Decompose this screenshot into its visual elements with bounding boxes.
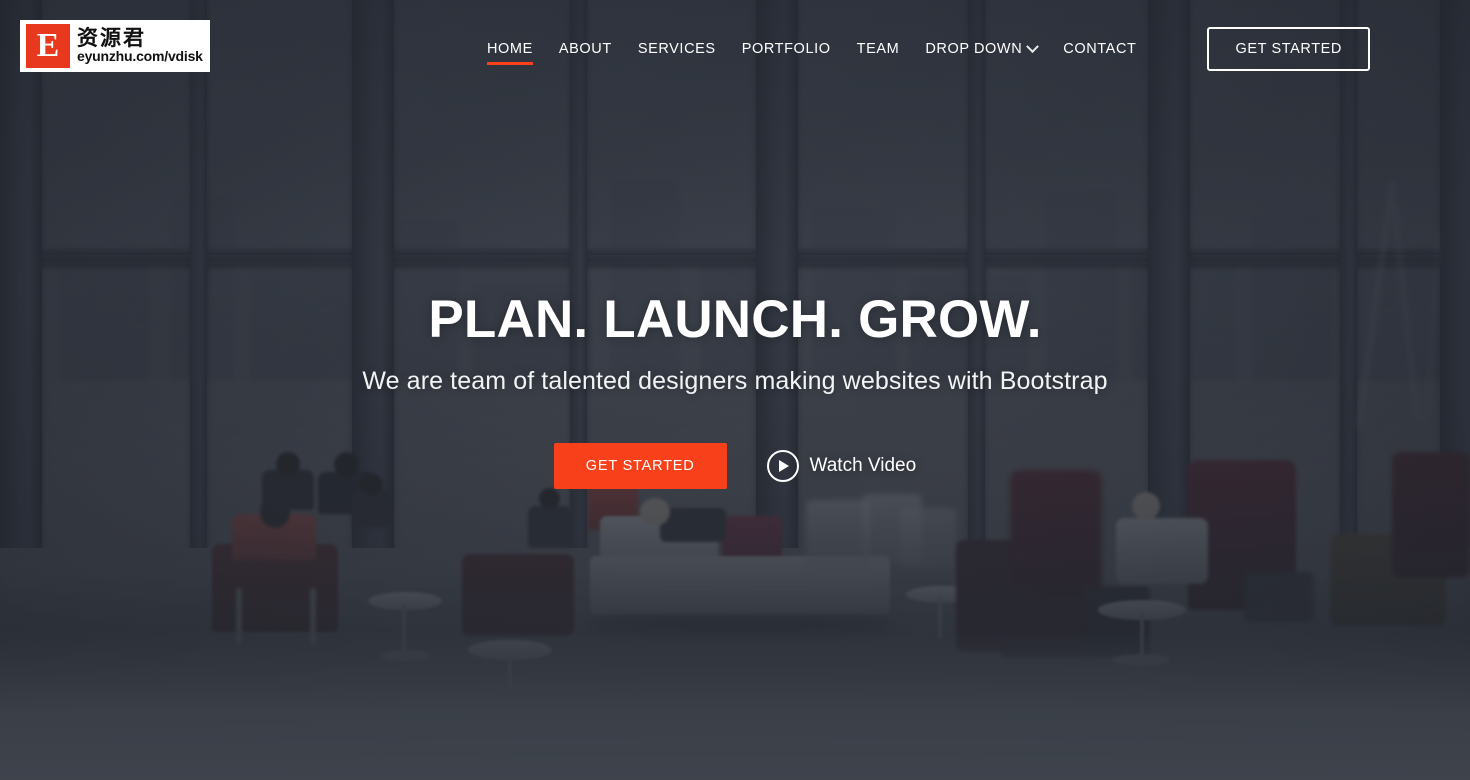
hero-title: PLAN. LAUNCH. GROW. bbox=[428, 290, 1042, 349]
hero-get-started-button[interactable]: GET STARTED bbox=[553, 442, 727, 489]
hero-section: E 资源君 eyunzhu.com/vdisk HOME ABOUT SERVI… bbox=[0, 0, 1470, 780]
nav-item-contact[interactable]: CONTACT bbox=[1050, 31, 1149, 67]
nav-item-label: HOME bbox=[486, 41, 533, 57]
nav-get-started-button[interactable]: GET STARTED bbox=[1207, 27, 1370, 71]
nav-item-home[interactable]: HOME bbox=[474, 31, 546, 67]
nav-item-drop-down[interactable]: DROP DOWN bbox=[912, 31, 1050, 67]
nav-item-label: PORTFOLIO bbox=[741, 41, 831, 57]
nav-item-about[interactable]: ABOUT bbox=[546, 31, 625, 67]
nav-item-label: SERVICES bbox=[637, 41, 716, 57]
chevron-down-icon bbox=[1026, 39, 1040, 53]
nav-item-label: TEAM bbox=[856, 41, 900, 57]
nav-links: HOME ABOUT SERVICES PORTFOLIO TEAM DROP … bbox=[474, 27, 1370, 71]
main-navbar: HOME ABOUT SERVICES PORTFOLIO TEAM DROP … bbox=[0, 0, 1470, 98]
nav-item-label: CONTACT bbox=[1063, 41, 1137, 57]
watermark-badge: E 资源君 eyunzhu.com/vdisk bbox=[20, 20, 210, 72]
watch-video-link[interactable]: Watch Video bbox=[766, 449, 917, 482]
nav-item-label: ABOUT bbox=[558, 41, 612, 57]
watermark-logo-letter: E bbox=[36, 27, 60, 64]
hero-actions: GET STARTED Watch Video bbox=[553, 442, 917, 489]
watermark-brand-cn: 资源君 bbox=[77, 26, 146, 51]
nav-item-label: DROP DOWN bbox=[925, 41, 1023, 57]
watermark-url: eyunzhu.com/vdisk bbox=[77, 48, 203, 65]
nav-item-portfolio[interactable]: PORTFOLIO bbox=[729, 31, 844, 67]
watermark-logo-mark: E bbox=[26, 24, 70, 68]
nav-item-team[interactable]: TEAM bbox=[844, 31, 913, 67]
nav-item-services[interactable]: SERVICES bbox=[625, 31, 729, 67]
watermark-text: 资源君 eyunzhu.com/vdisk bbox=[77, 27, 203, 64]
watch-video-label: Watch Video bbox=[809, 454, 917, 476]
hero-subtitle: We are team of talented designers making… bbox=[362, 366, 1108, 395]
play-circle-icon bbox=[766, 449, 799, 482]
